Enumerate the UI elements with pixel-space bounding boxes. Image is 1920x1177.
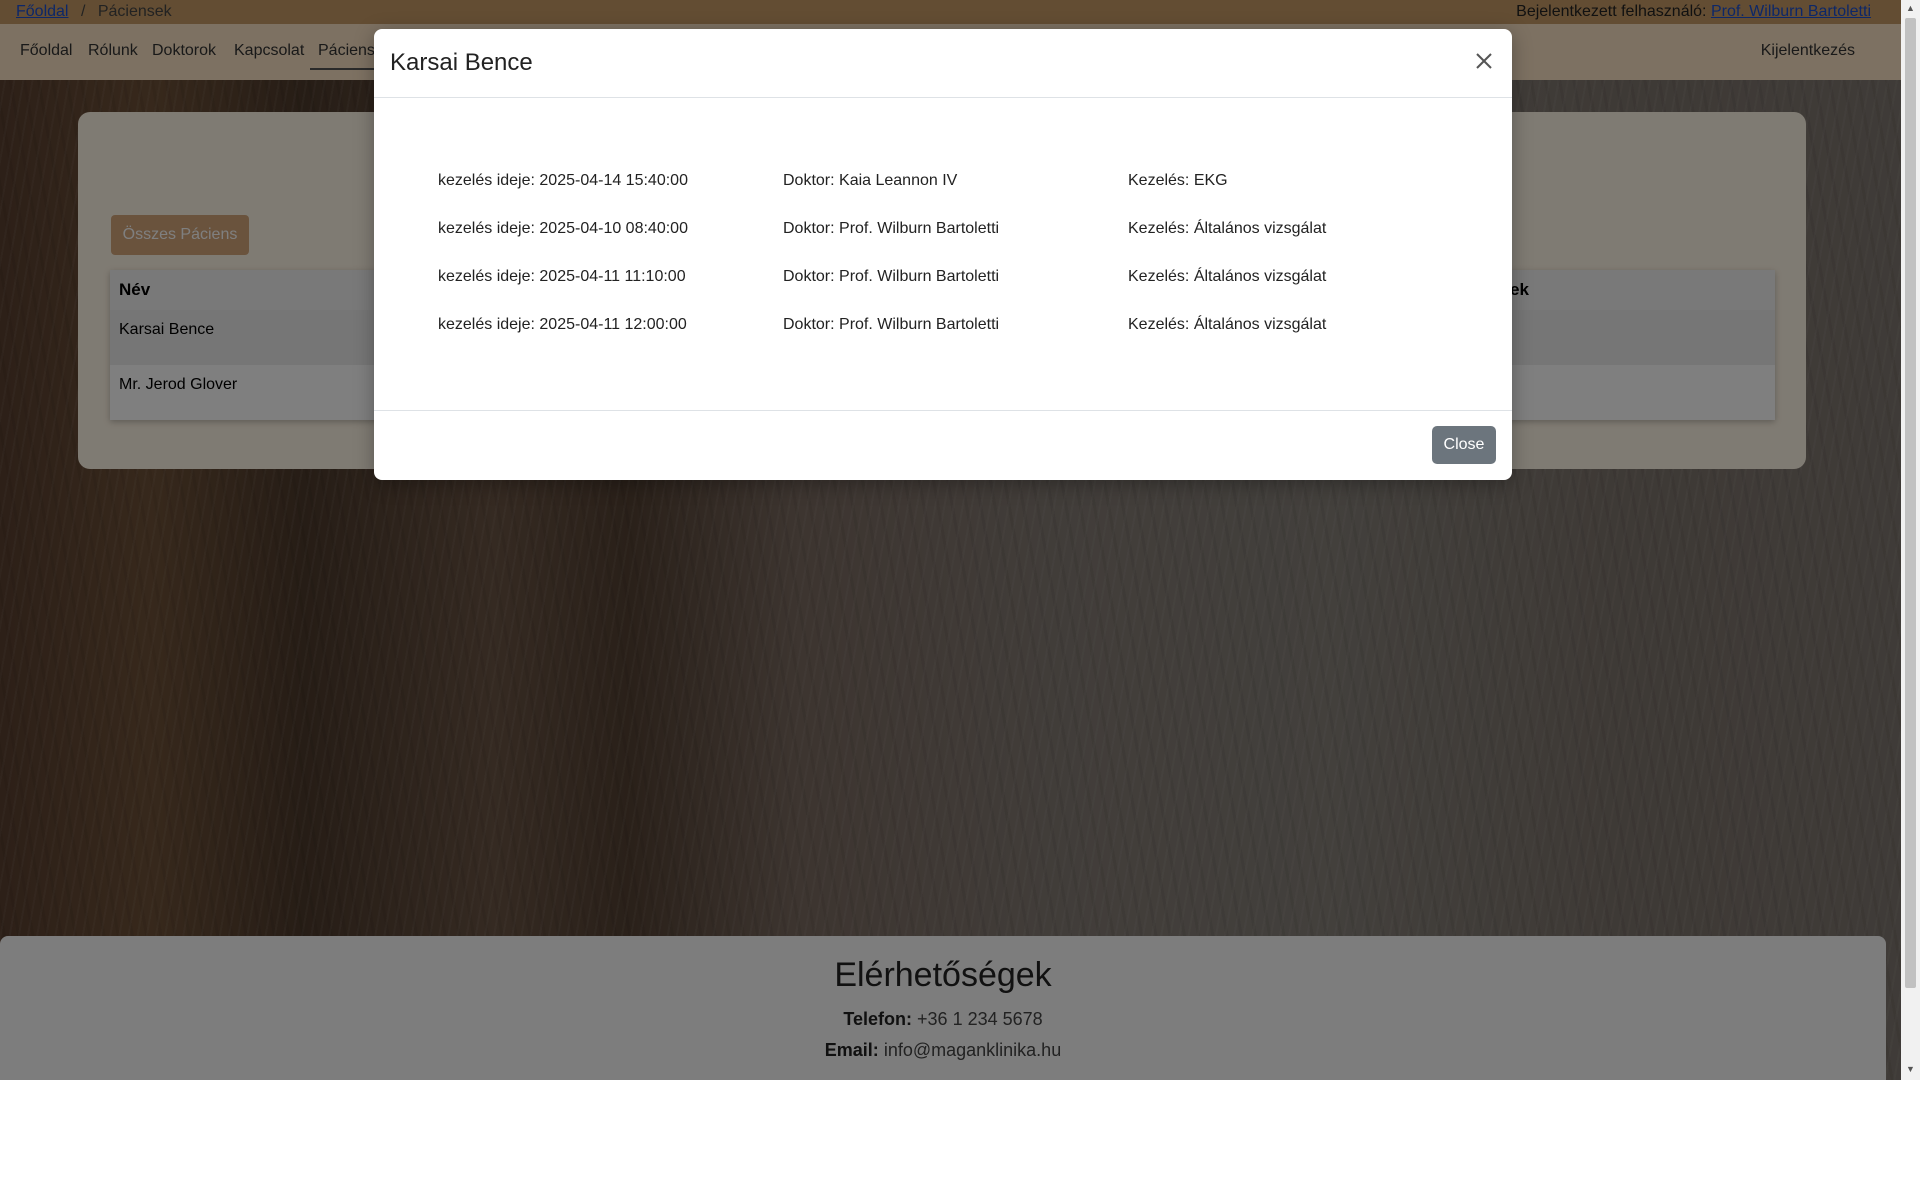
treatment-time: kezelés ideje: 2025-04-11 12:00:00 (438, 316, 687, 333)
scroll-down-icon[interactable]: ▼ (1906, 1064, 1915, 1074)
close-button[interactable]: Close (1432, 426, 1496, 464)
treatment-history-modal: Karsai Bence kezelés ideje: 2025-04-14 1… (374, 29, 1512, 480)
modal-header: Karsai Bence (374, 29, 1512, 98)
blank-area (0, 1080, 1920, 1177)
treatment-time: kezelés ideje: 2025-04-11 11:10:00 (438, 268, 686, 285)
vertical-scrollbar[interactable]: ▲ ▼ (1901, 0, 1920, 1080)
scroll-up-icon[interactable]: ▲ (1906, 3, 1915, 13)
treatment-time: kezelés ideje: 2025-04-10 08:40:00 (438, 220, 688, 237)
treatment-type: Kezelés: Általános vizsgálat (1128, 316, 1327, 333)
close-icon[interactable] (1470, 47, 1498, 75)
treatment-doctor: Doktor: Prof. Wilburn Bartoletti (783, 220, 1000, 237)
treatment-doctor: Doktor: Prof. Wilburn Bartoletti (783, 316, 1000, 333)
scrollbar-thumb[interactable] (1905, 18, 1916, 988)
treatment-doctor: Doktor: Prof. Wilburn Bartoletti (783, 268, 1000, 285)
modal-body: kezelés ideje: 2025-04-14 15:40:00 Dokto… (374, 98, 1512, 411)
modal-title: Karsai Bence (390, 49, 533, 76)
page-viewport: Főoldal / Páciensek Bejelentkezett felha… (0, 0, 1901, 1080)
treatment-type: Kezelés: EKG (1128, 172, 1228, 189)
treatment-type: Kezelés: Általános vizsgálat (1128, 220, 1327, 237)
treatment-doctor: Doktor: Kaia Leannon IV (783, 172, 958, 189)
treatment-time: kezelés ideje: 2025-04-14 15:40:00 (438, 172, 688, 189)
treatment-type: Kezelés: Általános vizsgálat (1128, 268, 1327, 285)
